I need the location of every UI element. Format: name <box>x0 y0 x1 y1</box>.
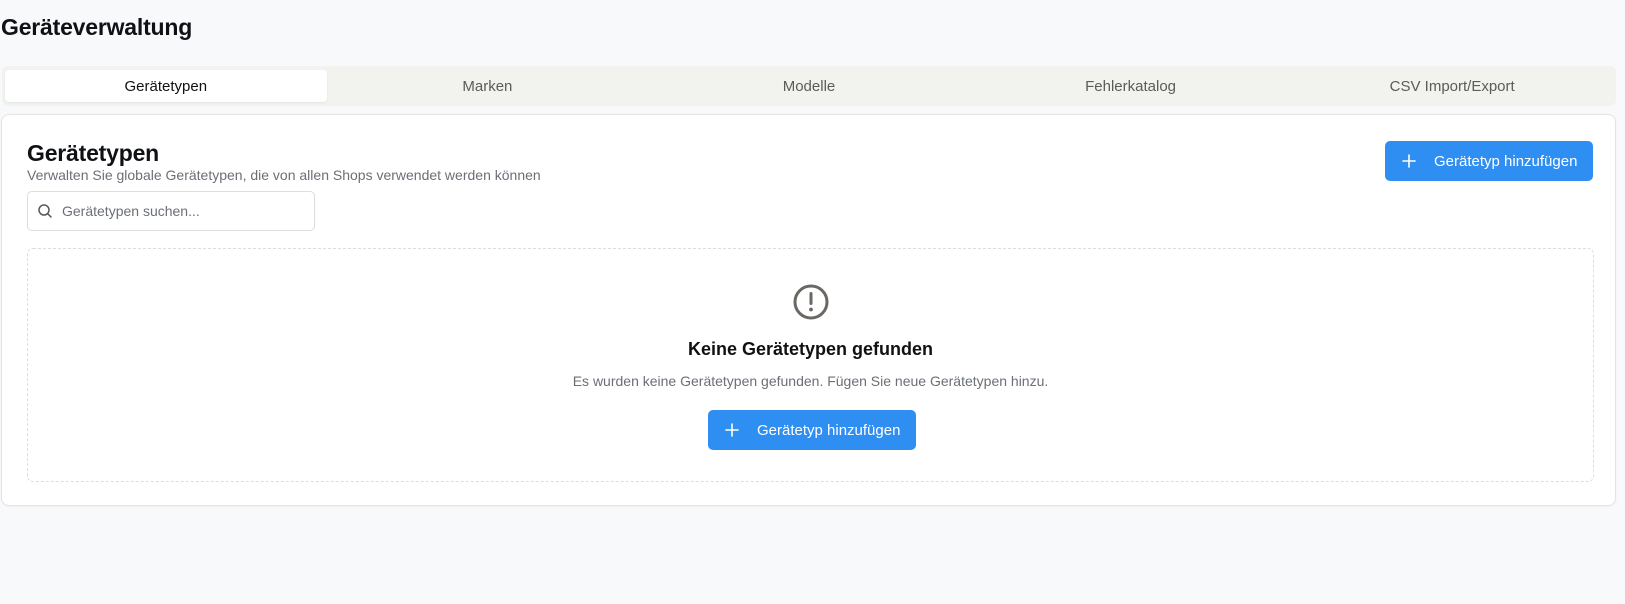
empty-state-add-button[interactable]: Gerätetyp hinzufügen <box>708 410 916 450</box>
plus-icon <box>1402 154 1416 168</box>
card-subtitle: Verwalten Sie globale Gerätetypen, die v… <box>27 167 541 183</box>
empty-state-add-label: Gerätetyp hinzufügen <box>757 421 901 439</box>
empty-state-title: Keine Gerätetypen gefunden <box>687 339 934 359</box>
card-title: Gerätetypen <box>27 140 160 166</box>
geraetetypen-card: Gerätetypen Verwalten Sie globale Geräte… <box>1 114 1616 506</box>
tab-bar: Gerätetypen Marken Modelle Fehlerkatalog… <box>2 66 1616 106</box>
add-device-type-button[interactable]: Gerätetyp hinzufügen <box>1385 141 1593 181</box>
page-title: Geräteverwaltung <box>1 14 193 40</box>
tab-modelle[interactable]: Modelle <box>648 70 970 102</box>
tab-csv-import-export[interactable]: CSV Import/Export <box>1291 70 1613 102</box>
search-input[interactable] <box>60 202 304 220</box>
alert-circle-icon <box>791 282 831 322</box>
tab-geraetetypen[interactable]: Gerätetypen <box>5 70 327 102</box>
add-device-type-label: Gerätetyp hinzufügen <box>1434 152 1578 170</box>
tab-marken[interactable]: Marken <box>327 70 649 102</box>
empty-state: Keine Gerätetypen gefunden Es wurden kei… <box>27 248 1594 482</box>
search-field[interactable] <box>27 191 315 231</box>
plus-icon <box>725 423 739 437</box>
empty-state-description: Es wurden keine Gerätetypen gefunden. Fü… <box>572 373 1049 389</box>
search-icon <box>37 203 53 219</box>
tab-fehlerkatalog[interactable]: Fehlerkatalog <box>970 70 1292 102</box>
